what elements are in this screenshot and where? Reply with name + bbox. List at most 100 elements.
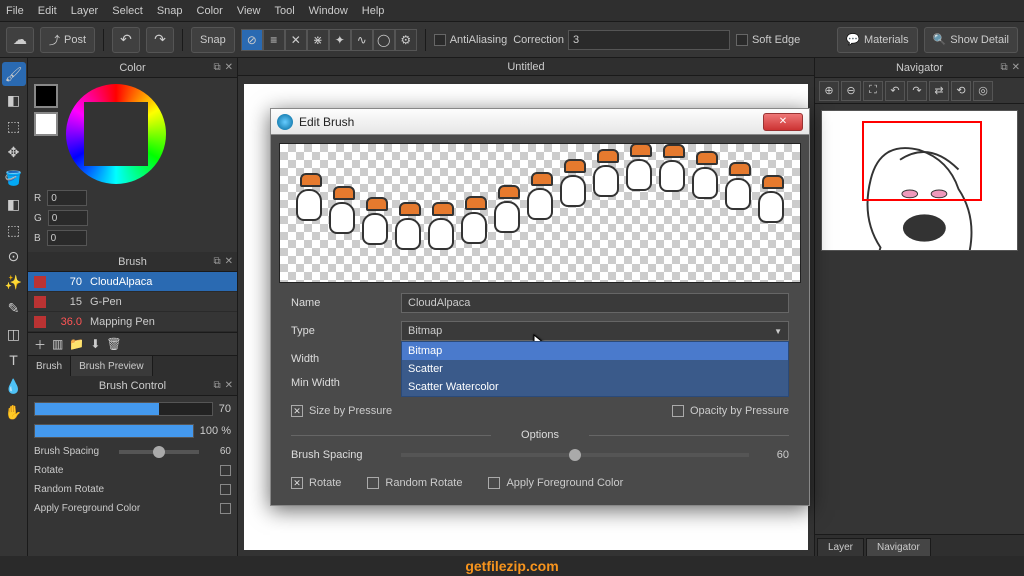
size-slider[interactable] — [34, 402, 213, 416]
menu-help[interactable]: Help — [362, 5, 385, 17]
show-detail-button[interactable]: 🔍 Show Detail — [924, 27, 1018, 53]
zoom-in-icon[interactable]: ⊕ — [819, 81, 839, 101]
duplicate-brush-icon[interactable]: ▥ — [52, 337, 63, 351]
selectpen-tool-icon[interactable]: ✎ — [2, 296, 26, 320]
undock-icon[interactable]: ⧉ — [213, 62, 220, 73]
tab-layer[interactable]: Layer — [817, 538, 864, 556]
dialog-titlebar[interactable]: Edit Brush ✕ — [271, 109, 809, 135]
lasso-tool-icon[interactable]: ⊙ — [2, 244, 26, 268]
brush-tool-icon[interactable]: 🖌 — [2, 62, 26, 86]
snap-off-icon[interactable]: ⊘ — [241, 29, 263, 51]
select-tool-icon[interactable]: ⬚ — [2, 218, 26, 242]
close-icon[interactable]: ✕ — [225, 380, 233, 391]
correction-select[interactable] — [568, 30, 730, 50]
tab-brush[interactable]: Brush — [28, 356, 71, 376]
tab-brush-preview[interactable]: Brush Preview — [71, 356, 152, 376]
cloud-icon[interactable]: ☁ — [6, 27, 34, 53]
random-rotate-checkbox[interactable] — [220, 484, 231, 495]
snap-ellipse-icon[interactable]: ◯ — [373, 29, 395, 51]
color-wheel[interactable] — [66, 84, 166, 184]
snap-radial-icon[interactable]: ✦ — [329, 29, 351, 51]
move-tool-icon[interactable]: ✥ — [2, 140, 26, 164]
snap-curve-icon[interactable]: ∿ — [351, 29, 373, 51]
rotate-checkbox[interactable] — [220, 465, 231, 476]
document-tab[interactable]: Untitled — [238, 58, 814, 76]
dlg-apply-fg-checkbox[interactable] — [488, 477, 500, 489]
brush-item[interactable]: 15G-Pen — [28, 292, 237, 312]
reset-icon[interactable]: ⟲ — [951, 81, 971, 101]
delete-brush-icon[interactable]: 🗑 — [106, 337, 121, 351]
menu-select[interactable]: Select — [112, 5, 143, 17]
menu-color[interactable]: Color — [197, 5, 223, 17]
type-dropdown[interactable]: Bitmap▼ Bitmap Scatter Scatter Watercolo… — [401, 321, 789, 341]
spacing-slider[interactable] — [119, 450, 199, 454]
menu-tool[interactable]: Tool — [274, 5, 294, 17]
snap-parallel-icon[interactable]: ≡ — [263, 29, 285, 51]
snap-crisscross-icon[interactable]: ✕ — [285, 29, 307, 51]
download-brush-icon[interactable]: ⬇ — [90, 337, 100, 351]
brush-item[interactable]: 36.0Mapping Pen — [28, 312, 237, 332]
menu-edit[interactable]: Edit — [38, 5, 57, 17]
center-icon[interactable]: ◎ — [973, 81, 993, 101]
menu-snap[interactable]: Snap — [157, 5, 183, 17]
brush-item[interactable]: 70CloudAlpaca — [28, 272, 237, 292]
type-option[interactable]: Scatter Watercolor — [402, 378, 788, 396]
dot-tool-icon[interactable]: ⬚ — [2, 114, 26, 138]
folder-brush-icon[interactable]: 📁 — [69, 337, 84, 351]
selecterase-tool-icon[interactable]: ◫ — [2, 322, 26, 346]
apply-fg-checkbox[interactable] — [220, 503, 231, 514]
rotate-left-icon[interactable]: ↶ — [885, 81, 905, 101]
gradient-tool-icon[interactable]: ◧ — [2, 192, 26, 216]
zoom-out-icon[interactable]: ⊖ — [841, 81, 861, 101]
r-input[interactable] — [47, 190, 87, 206]
foreground-swatch[interactable] — [34, 84, 58, 108]
close-icon[interactable]: ✕ — [1012, 62, 1020, 73]
flip-icon[interactable]: ⇄ — [929, 81, 949, 101]
snap-vanishing-icon[interactable]: ⋇ — [307, 29, 329, 51]
navigator-preview[interactable] — [821, 110, 1018, 251]
eraser-tool-icon[interactable]: ◧ — [2, 88, 26, 112]
post-button[interactable]: ⤴ Post — [40, 27, 95, 53]
softedge-checkbox[interactable] — [736, 34, 748, 46]
opacity-slider[interactable] — [34, 424, 194, 438]
add-brush-icon[interactable]: ＋ — [34, 336, 46, 353]
undo-button[interactable]: ↶ — [112, 27, 140, 53]
dlg-random-rotate-checkbox[interactable] — [367, 477, 379, 489]
dlg-spacing-slider[interactable] — [401, 453, 749, 457]
fill-tool-icon[interactable]: 🪣 — [2, 166, 26, 190]
snap-button[interactable]: Snap — [191, 27, 235, 53]
antialiasing-checkbox[interactable] — [434, 34, 446, 46]
size-pressure-checkbox[interactable] — [291, 405, 303, 417]
text-tool-icon[interactable]: T — [2, 348, 26, 372]
redo-button[interactable]: ↷ — [146, 27, 174, 53]
opacity-pressure-checkbox[interactable] — [672, 405, 684, 417]
g-input[interactable] — [48, 210, 88, 226]
type-option[interactable]: Bitmap — [402, 342, 788, 360]
undock-icon[interactable]: ⧉ — [213, 380, 220, 391]
close-icon[interactable]: ✕ — [225, 62, 233, 73]
dlg-rotate-checkbox[interactable] — [291, 477, 303, 489]
name-input[interactable] — [401, 293, 789, 313]
dialog-close-button[interactable]: ✕ — [763, 113, 803, 131]
undock-icon[interactable]: ⧉ — [213, 256, 220, 267]
tab-navigator[interactable]: Navigator — [866, 538, 931, 556]
menu-layer[interactable]: Layer — [71, 5, 99, 17]
type-option[interactable]: Scatter — [402, 360, 788, 378]
b-input[interactable] — [47, 230, 87, 246]
hand-tool-icon[interactable]: ✋ — [2, 400, 26, 424]
wand-tool-icon[interactable]: ✨ — [2, 270, 26, 294]
snap-settings-icon[interactable]: ⚙ — [395, 29, 417, 51]
background-swatch[interactable] — [34, 112, 58, 136]
rotate-right-icon[interactable]: ↷ — [907, 81, 927, 101]
menu-view[interactable]: View — [237, 5, 261, 17]
width-label: Width — [291, 353, 401, 365]
materials-button[interactable]: 💬 Materials — [837, 27, 917, 53]
navigator-viewport-rect[interactable] — [862, 121, 982, 201]
menu-file[interactable]: File — [6, 5, 24, 17]
undock-icon[interactable]: ⧉ — [1000, 62, 1007, 73]
close-icon[interactable]: ✕ — [225, 256, 233, 267]
fit-icon[interactable]: ⛶ — [863, 81, 883, 101]
menu-window[interactable]: Window — [309, 5, 348, 17]
eyedropper-tool-icon[interactable]: 💧 — [2, 374, 26, 398]
dlg-spacing-label: Brush Spacing — [291, 449, 401, 461]
